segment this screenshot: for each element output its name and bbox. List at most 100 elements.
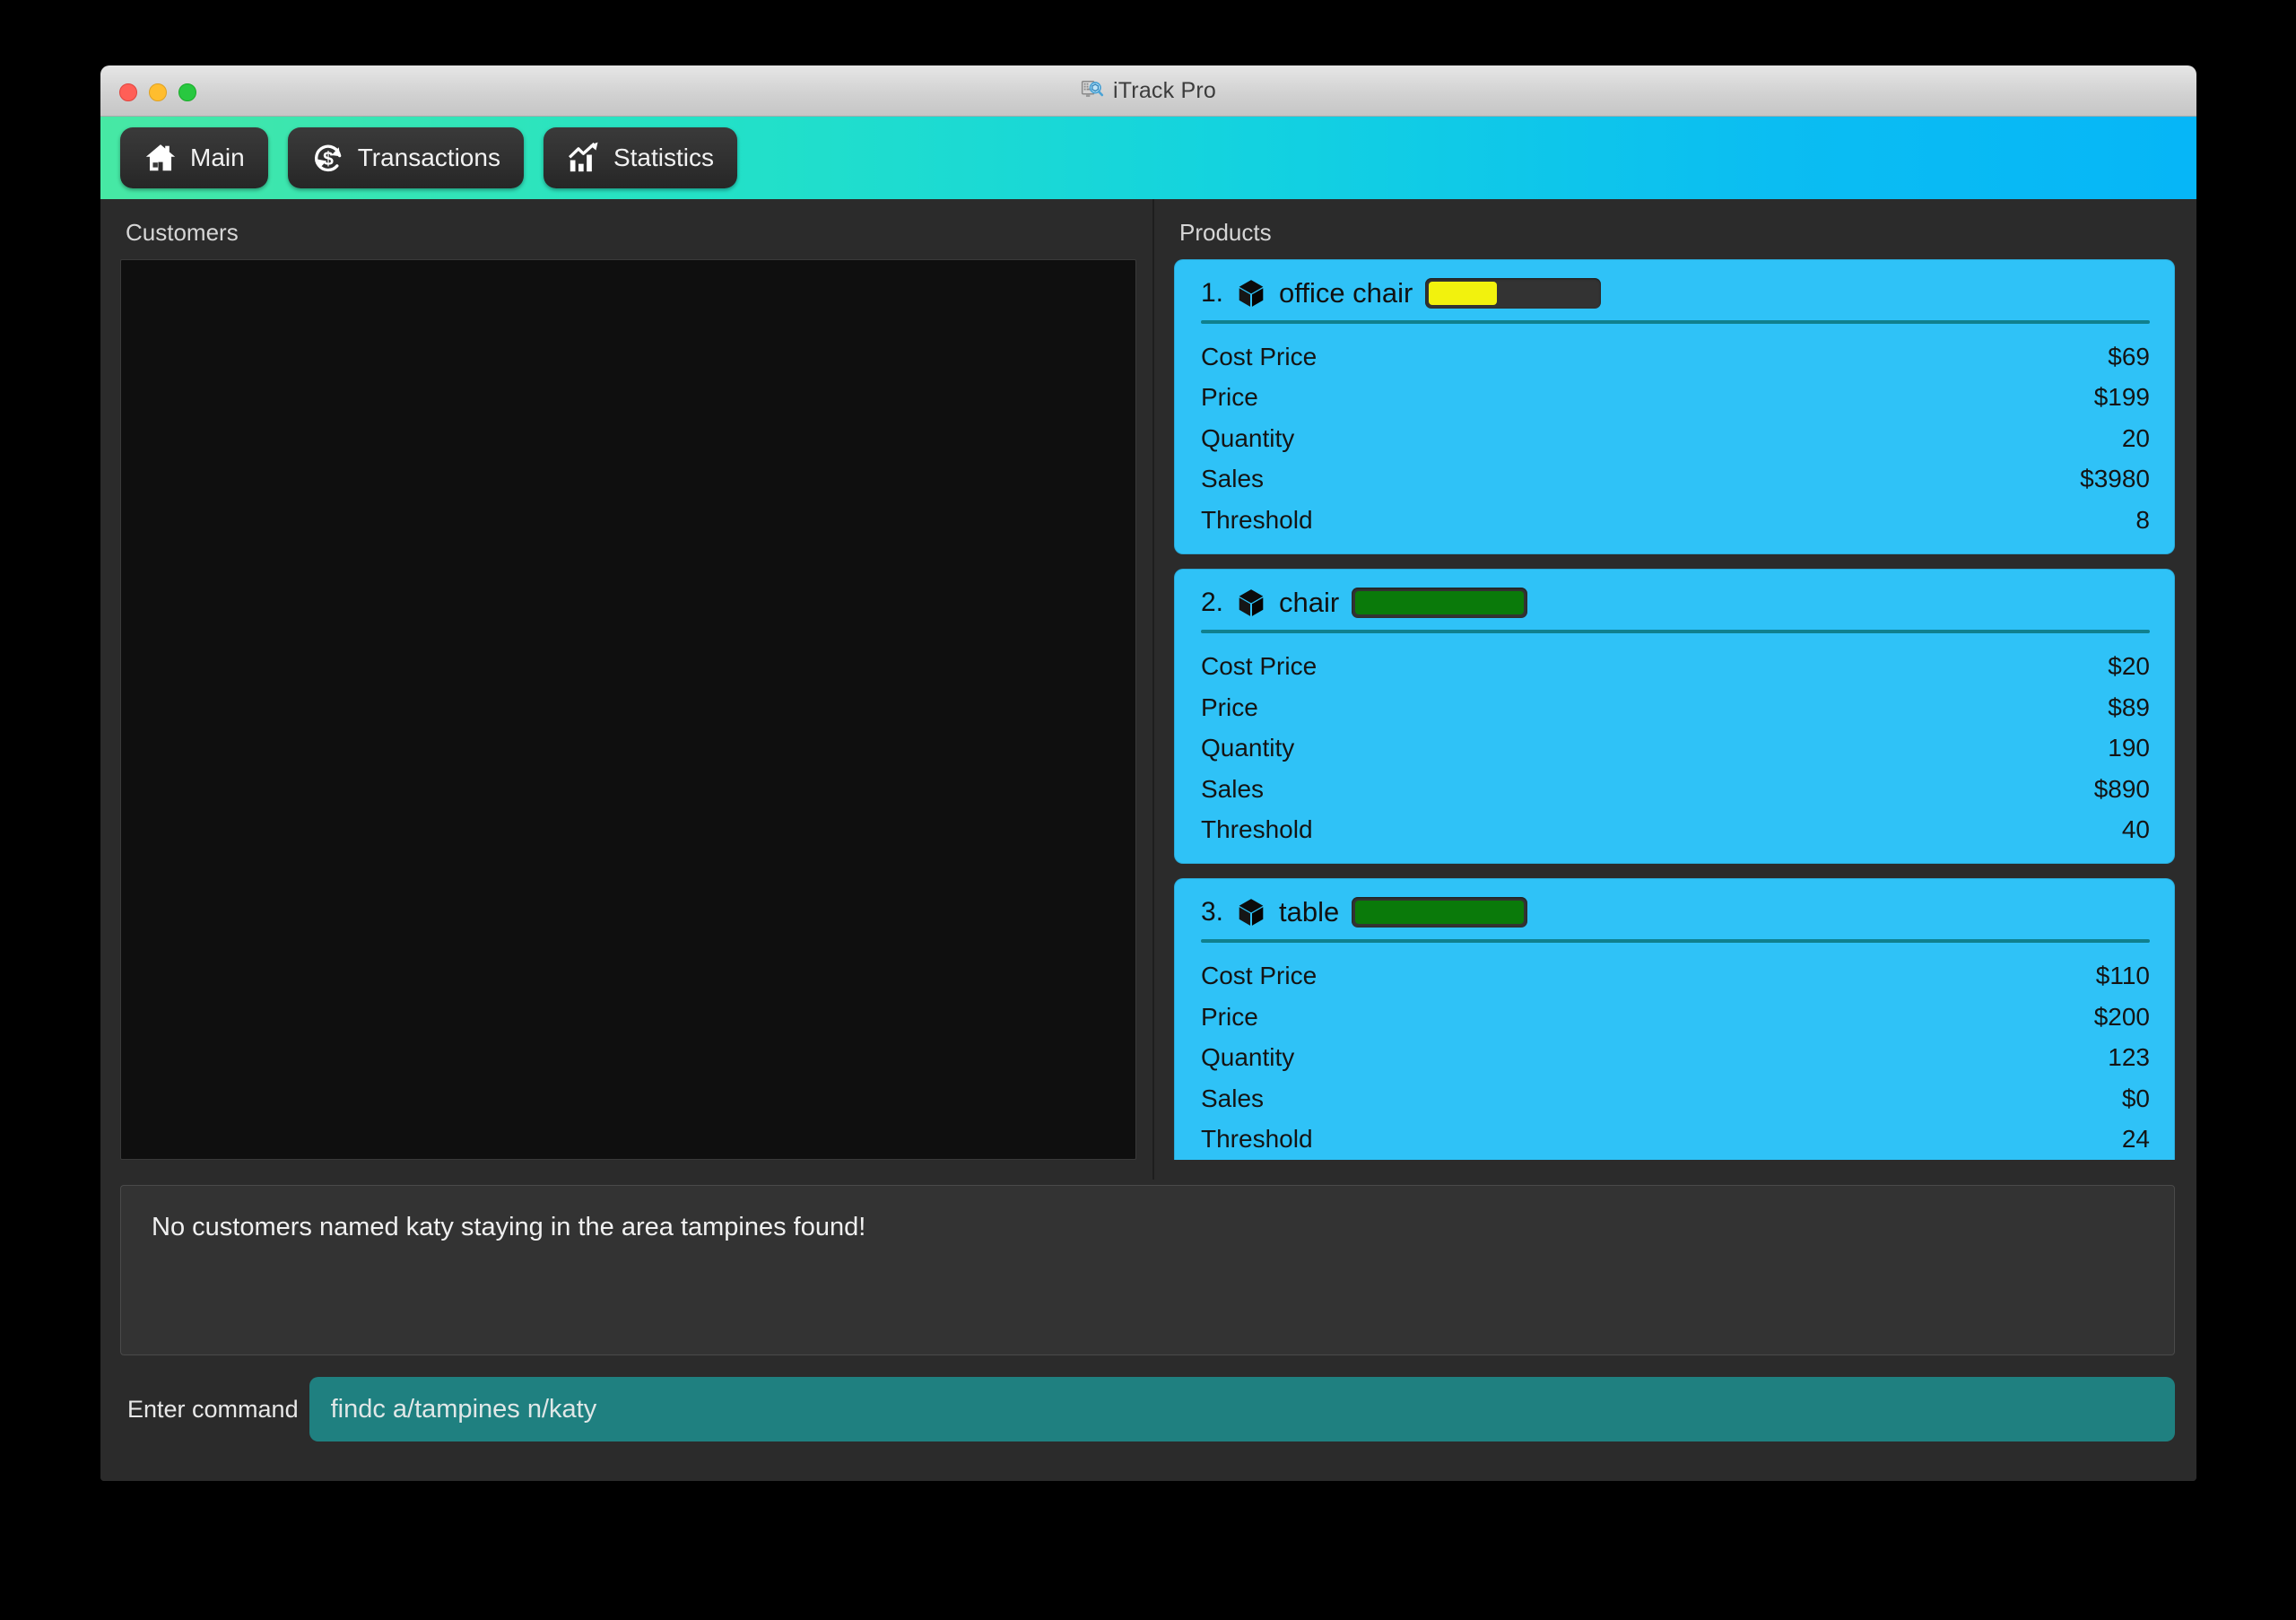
product-field-key: Sales	[1201, 774, 1265, 803]
card-separator	[1201, 320, 2150, 324]
product-field-value: 20	[2121, 423, 2150, 452]
products-pane: Products 1. office chair Cost Price $69 Pric…	[1154, 199, 2196, 1180]
command-label: Enter command	[127, 1395, 299, 1423]
product-field-key: Threshold	[1201, 1125, 1313, 1154]
customers-list[interactable]	[120, 259, 1136, 1160]
product-field-key: Cost Price	[1201, 652, 1318, 681]
product-field-row: Cost Price $69	[1194, 336, 2155, 377]
product-field-key: Threshold	[1201, 814, 1313, 843]
product-field-key: Sales	[1201, 465, 1265, 493]
window-title-group: iTrack Pro	[100, 78, 2196, 104]
close-button[interactable]	[119, 83, 137, 101]
customers-panel-title: Customers	[126, 219, 239, 246]
product-card-header: 3. table	[1194, 891, 2155, 939]
zoom-button[interactable]	[178, 83, 196, 101]
product-field-row: Threshold 40	[1194, 809, 2155, 849]
toolbar-button-main-label: Main	[190, 144, 245, 171]
product-field-row: Sales $0	[1194, 1078, 2155, 1119]
product-field-key: Cost Price	[1201, 343, 1318, 370]
product-field-row: Cost Price $110	[1194, 955, 2155, 996]
card-separator	[1201, 630, 2150, 634]
product-field-key: Price	[1201, 383, 1258, 412]
product-card-header: 1. office chair	[1194, 272, 2155, 320]
minimize-button[interactable]	[149, 83, 167, 101]
product-field-key: Threshold	[1201, 505, 1313, 534]
stock-level-bar	[1352, 588, 1528, 619]
product-box-icon-wrap	[1236, 588, 1266, 618]
stock-level-bar-fill	[1429, 282, 1497, 305]
box-icon	[1239, 280, 1264, 307]
product-field-value: $890	[2093, 774, 2150, 803]
product-field-key: Price	[1201, 692, 1258, 721]
product-box-icon-wrap	[1236, 278, 1266, 309]
product-name: office chair	[1279, 277, 1413, 309]
app-window: iTrack Pro Main $ Transactions Statistic…	[100, 65, 2196, 1481]
window-title: iTrack Pro	[1113, 77, 1216, 103]
product-field-value: 24	[2121, 1125, 2150, 1154]
product-field-value: 190	[2108, 734, 2150, 762]
result-message: No customers named katy staying in the a…	[152, 1213, 866, 1241]
toolbar-button-main[interactable]: Main	[120, 127, 268, 188]
product-field-row: Price $200	[1194, 997, 2155, 1037]
monitor-magnifier-icon	[1081, 80, 1104, 98]
product-name: table	[1279, 896, 1340, 928]
product-field-row: Threshold 24	[1194, 1119, 2155, 1159]
result-area: No customers named katy staying in the a…	[100, 1180, 2196, 1355]
bar-chart-arrow-icon	[568, 142, 598, 172]
box-icon	[1239, 899, 1264, 927]
dollar-refresh-icon: $	[314, 144, 342, 172]
main-content: Customers Products 1. office chair Cost Pr…	[100, 199, 2196, 1481]
product-field-value: 123	[2108, 1043, 2150, 1072]
window-titlebar: iTrack Pro	[100, 65, 2196, 117]
product-field-row: Sales $3980	[1194, 458, 2155, 499]
customers-pane: Customers	[100, 199, 1154, 1180]
stock-level-bar-fill	[1355, 901, 1525, 925]
command-input[interactable]	[309, 1377, 2175, 1441]
product-field-row: Quantity 20	[1194, 418, 2155, 458]
toolbar-button-statistics[interactable]: Statistics	[543, 127, 737, 188]
product-field-row: Quantity 190	[1194, 727, 2155, 768]
product-field-value: $20	[2108, 652, 2150, 681]
product-field-value: $110	[2095, 962, 2150, 990]
product-card-header: 2. chair	[1194, 581, 2155, 630]
product-field-value: $69	[2108, 343, 2150, 370]
product-field-row: Quantity 123	[1194, 1037, 2155, 1077]
stock-level-bar-fill	[1355, 591, 1525, 615]
product-field-value: $3980	[2080, 465, 2150, 493]
result-display: No customers named katy staying in the a…	[120, 1185, 2175, 1355]
toolbar-button-transactions-label: Transactions	[357, 144, 500, 171]
product-field-key: Cost Price	[1201, 962, 1318, 990]
product-field-value: $89	[2108, 692, 2150, 721]
products-panel-title: Products	[1179, 219, 1272, 246]
product-field-key: Price	[1201, 1002, 1258, 1031]
product-name: chair	[1279, 587, 1340, 619]
product-index: 3.	[1201, 897, 1224, 928]
stock-level-bar	[1425, 278, 1602, 309]
card-separator	[1201, 939, 2150, 944]
product-field-key: Quantity	[1201, 1043, 1295, 1072]
product-card[interactable]: 2. chair Cost Price $20 Price $89 Quantity 190 S…	[1174, 569, 2175, 865]
product-card[interactable]: 1. office chair Cost Price $69 Price $199 Quan…	[1174, 259, 2175, 555]
product-field-value: 8	[2135, 505, 2150, 534]
product-field-key: Quantity	[1201, 734, 1295, 762]
home-icon	[145, 144, 176, 171]
product-field-value: $200	[2093, 1002, 2150, 1031]
product-field-row: Sales $890	[1194, 769, 2155, 809]
product-field-row: Cost Price $20	[1194, 646, 2155, 686]
product-box-icon-wrap	[1236, 897, 1266, 928]
panes-split: Customers Products 1. office chair Cost Pr…	[100, 199, 2196, 1180]
toolbar-button-statistics-label: Statistics	[613, 144, 714, 171]
product-field-value: 40	[2121, 814, 2150, 843]
command-row: Enter command	[100, 1355, 2196, 1461]
product-field-value: $0	[2121, 1084, 2150, 1112]
product-field-row: Price $89	[1194, 687, 2155, 727]
svg-text:$: $	[323, 148, 334, 170]
product-index: 2.	[1201, 588, 1224, 618]
traffic-lights	[119, 83, 196, 101]
toolbar-button-transactions[interactable]: $ Transactions	[287, 127, 524, 188]
product-card[interactable]: 3. table Cost Price $110 Price $200 Quantity 12…	[1174, 878, 2175, 1160]
product-field-key: Sales	[1201, 1084, 1265, 1112]
box-icon	[1239, 589, 1264, 617]
products-list[interactable]: 1. office chair Cost Price $69 Price $199 Quan…	[1174, 259, 2175, 1160]
product-index: 1.	[1201, 278, 1224, 308]
